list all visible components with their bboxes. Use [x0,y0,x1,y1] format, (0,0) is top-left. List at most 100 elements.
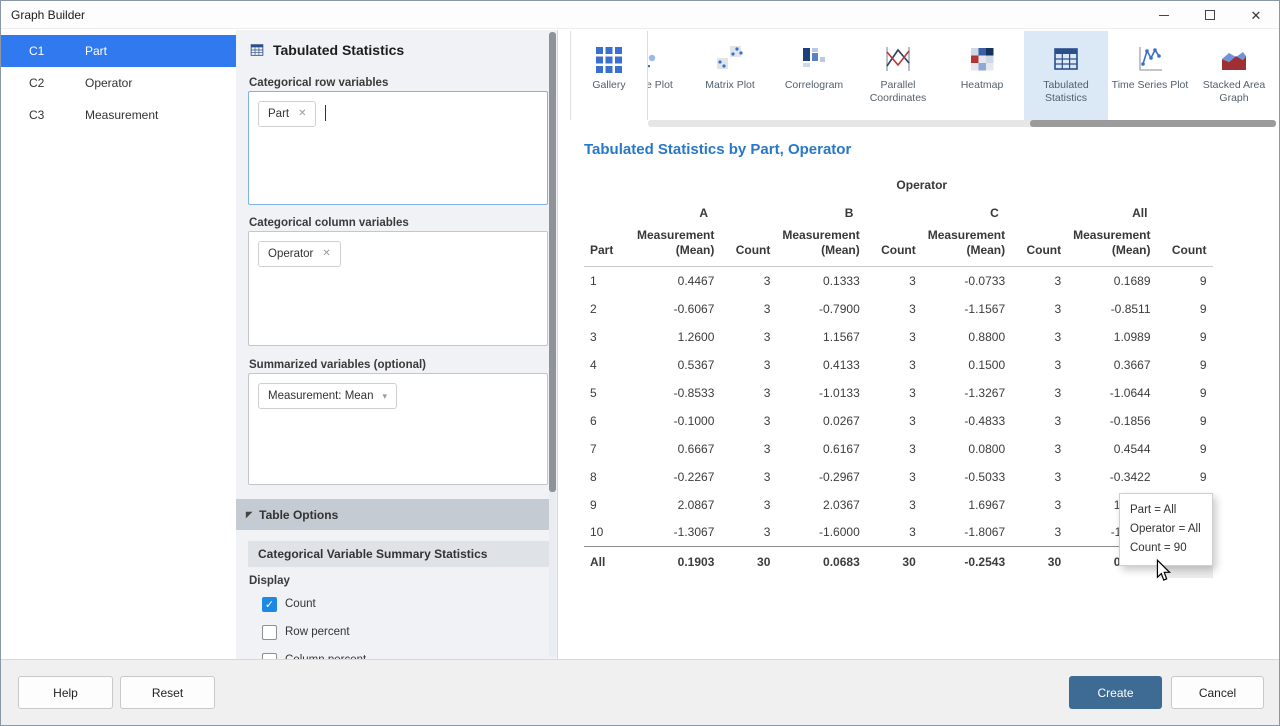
stat-cell[interactable]: 1.6967 [922,491,1011,519]
checkbox-count[interactable]: ✓Count [262,590,537,618]
stat-cell[interactable]: 0.8800 [922,323,1011,351]
stat-cell[interactable]: 3 [720,407,776,435]
stat-cell[interactable]: 3 [866,519,922,547]
stat-cell[interactable]: -1.3267 [922,379,1011,407]
stat-cell[interactable]: 3 [720,351,776,379]
stat-cell[interactable]: 9 [1157,323,1213,351]
variable-chip-part[interactable]: Part ✕ [258,101,316,127]
stat-cell[interactable]: 3 [720,463,776,491]
stat-cell[interactable]: 3 [1011,295,1067,323]
cancel-button[interactable]: Cancel [1171,676,1264,709]
create-button[interactable]: Create [1069,676,1162,709]
stat-cell[interactable]: -1.0644 [1067,379,1156,407]
stat-cell[interactable]: 3 [720,435,776,463]
stat-cell[interactable]: -0.0733 [922,267,1011,295]
checkbox-row-percent[interactable]: Row percent [262,618,537,646]
close-button[interactable]: ✕ [1233,1,1279,29]
stat-cell[interactable]: 9 [1157,463,1213,491]
stat-cell[interactable]: -1.1567 [922,295,1011,323]
stat-cell[interactable]: 9 [1157,351,1213,379]
stat-cell[interactable]: -0.2967 [776,463,865,491]
part-cell[interactable]: 8 [584,463,631,491]
stat-cell[interactable]: 3 [1011,379,1067,407]
stat-cell[interactable]: -0.8511 [1067,295,1156,323]
stat-cell[interactable]: -0.7900 [776,295,865,323]
gallery-item-stacked-area-graph[interactable]: Stacked Area Graph [1192,31,1276,120]
stat-cell[interactable]: 0.1500 [922,351,1011,379]
part-cell[interactable]: 10 [584,519,631,547]
checkbox-checked-icon[interactable]: ✓ [262,597,277,612]
stat-cell[interactable]: 1.0989 [1067,323,1156,351]
stat-cell[interactable]: 3 [720,295,776,323]
reset-button[interactable]: Reset [120,676,215,709]
gallery-horizontal-scrollbar[interactable] [648,120,1276,127]
stat-cell[interactable]: 1.2600 [631,323,720,351]
part-cell[interactable]: 9 [584,491,631,519]
stat-cell[interactable]: 3 [866,435,922,463]
gallery-item-correlogram[interactable]: Correlogram [772,31,856,120]
stat-cell[interactable]: -0.5033 [922,463,1011,491]
stat-cell[interactable]: -0.2267 [631,463,720,491]
stat-cell[interactable]: 3 [720,519,776,547]
stat-cell[interactable]: -1.3067 [631,519,720,547]
stat-cell[interactable]: 3 [866,407,922,435]
summarized-chip-measurement-mean[interactable]: Measurement: Mean ▾ [258,383,397,409]
stat-cell[interactable]: 3 [1011,407,1067,435]
remove-chip-icon[interactable]: ✕ [298,109,306,119]
minimize-button[interactable] [1141,1,1187,29]
stat-cell[interactable]: 3 [1011,267,1067,295]
part-cell[interactable]: 7 [584,435,631,463]
gallery-item-time-series-plot[interactable]: Time Series Plot [1108,31,1192,120]
stat-cell[interactable]: -0.8533 [631,379,720,407]
stat-cell[interactable]: 3 [1011,463,1067,491]
stat-cell[interactable]: -0.2543 [922,547,1011,578]
row-variables-dropzone[interactable]: Part ✕ [248,91,548,205]
stat-cell[interactable]: 3 [866,491,922,519]
column-variables-dropzone[interactable]: Operator ✕ [248,231,548,346]
stat-cell[interactable]: 3 [720,267,776,295]
stat-cell[interactable]: 0.1689 [1067,267,1156,295]
variable-chip-operator[interactable]: Operator ✕ [258,241,341,267]
gallery-scrollbar-thumb[interactable] [1030,120,1276,127]
stat-cell[interactable]: 0.0683 [776,547,865,578]
panel-scrollbar[interactable] [549,32,556,657]
part-cell[interactable]: 4 [584,351,631,379]
stat-cell[interactable]: 2.0367 [776,491,865,519]
part-cell[interactable]: 1 [584,267,631,295]
stat-cell[interactable]: 3 [720,491,776,519]
help-button[interactable]: Help [18,676,113,709]
stat-cell[interactable]: 3 [1011,491,1067,519]
stat-cell[interactable]: 3 [1011,435,1067,463]
table-options-header[interactable]: ◤ Table Options [236,499,549,530]
stat-cell[interactable]: 30 [1011,547,1067,578]
stat-cell[interactable]: 3 [866,295,922,323]
stat-cell[interactable]: 3 [1011,323,1067,351]
stat-cell[interactable]: 3 [1011,351,1067,379]
part-cell[interactable]: 3 [584,323,631,351]
part-cell[interactable]: 2 [584,295,631,323]
sidebar-item-operator[interactable]: C2Operator [1,67,236,99]
stat-cell[interactable]: 9 [1157,295,1213,323]
maximize-button[interactable] [1187,1,1233,29]
stat-cell[interactable]: 0.5367 [631,351,720,379]
stat-cell[interactable]: 0.3667 [1067,351,1156,379]
stat-cell[interactable]: -1.6000 [776,519,865,547]
stat-cell[interactable]: 2.0867 [631,491,720,519]
stat-cell[interactable]: 30 [720,547,776,578]
gallery-item-heatmap[interactable]: Heatmap [940,31,1024,120]
stat-cell[interactable]: -0.3422 [1067,463,1156,491]
gallery-item-gallery[interactable]: Gallery [570,31,648,120]
stat-cell[interactable]: 3 [866,323,922,351]
stat-cell[interactable]: 3 [720,379,776,407]
gallery-item-tabulated-statistics[interactable]: Tabulated Statistics [1024,31,1108,120]
stat-cell[interactable]: 9 [1157,379,1213,407]
stat-cell[interactable]: -0.1856 [1067,407,1156,435]
stat-cell[interactable]: 3 [866,463,922,491]
stat-cell[interactable]: -0.1000 [631,407,720,435]
stat-cell[interactable]: 0.6167 [776,435,865,463]
stat-cell[interactable]: 9 [1157,267,1213,295]
stat-cell[interactable]: -0.4833 [922,407,1011,435]
remove-chip-icon[interactable]: ✕ [322,249,330,259]
checkbox-unchecked-icon[interactable] [262,625,277,640]
stat-cell[interactable]: 3 [866,379,922,407]
